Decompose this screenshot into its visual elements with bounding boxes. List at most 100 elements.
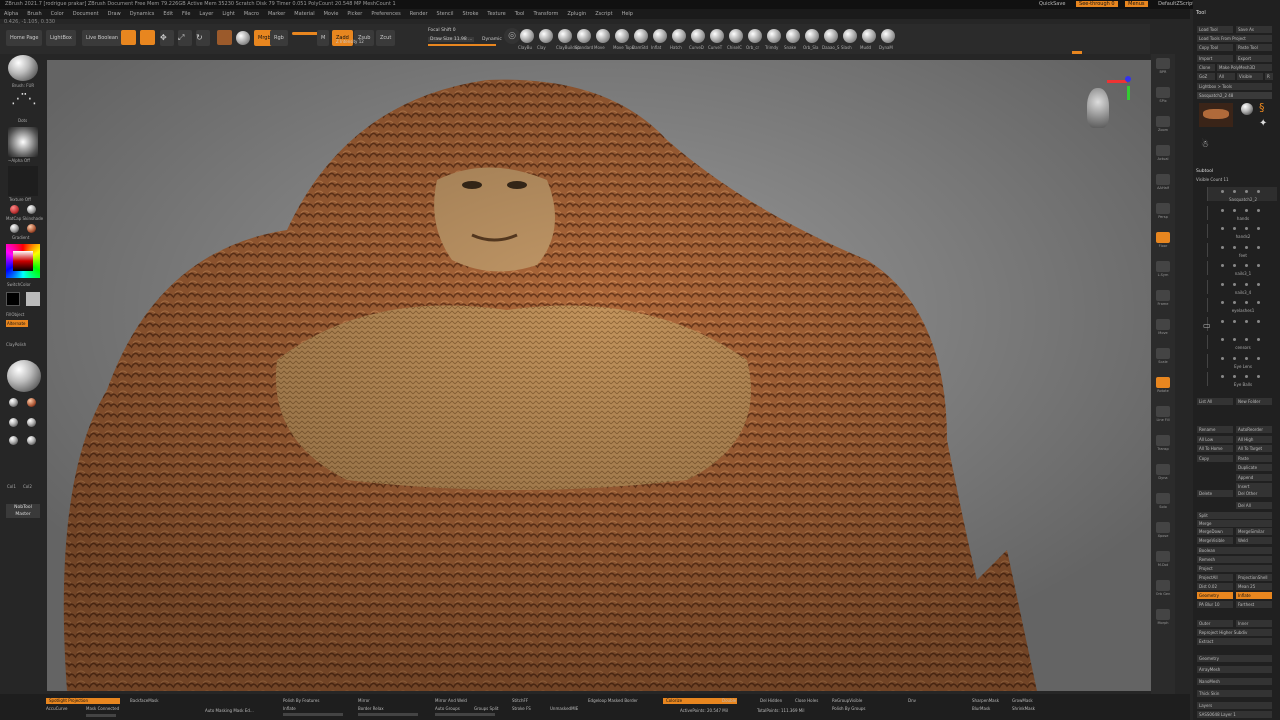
- seethrough-slider[interactable]: See-through 0: [1076, 1, 1118, 7]
- insert-button[interactable]: Insert: [1236, 483, 1272, 490]
- matcap-icon-1[interactable]: [10, 205, 19, 214]
- extract-button[interactable]: Extract: [1197, 638, 1272, 645]
- shelf-button-4[interactable]: [1156, 174, 1170, 185]
- visible-button[interactable]: Visible: [1237, 73, 1263, 80]
- bottom-auto-groups-button[interactable]: Auto Groups: [435, 706, 460, 712]
- subtool-toggle-icon[interactable]: [1245, 356, 1248, 360]
- subtool-toggle-icon[interactable]: [1221, 282, 1224, 286]
- shelf-button-19[interactable]: [1156, 609, 1170, 620]
- menu-item-22[interactable]: Zplugin: [567, 11, 586, 17]
- paste-sub-button[interactable]: Paste: [1236, 455, 1272, 462]
- brush-slot-1[interactable]: [539, 29, 553, 43]
- subtool-toggle-icon[interactable]: [1257, 356, 1260, 360]
- subtool-toggle-icon[interactable]: [1233, 375, 1236, 378]
- home-page-button[interactable]: Home Page: [6, 30, 43, 46]
- visible-count-slider[interactable]: Visible Count 11: [1196, 176, 1236, 183]
- menu-item-16[interactable]: Render: [410, 11, 428, 17]
- alpha-icon[interactable]: [8, 127, 38, 157]
- lightbox-tools-button[interactable]: Lightbox > Tools: [1197, 83, 1272, 90]
- list-all-button[interactable]: List All: [1197, 398, 1233, 405]
- mergesimilar-button[interactable]: MergeSimilar: [1236, 528, 1272, 535]
- color-picker[interactable]: [6, 244, 40, 278]
- brush-slot-7[interactable]: [653, 29, 667, 43]
- bottom-polish-groups-button[interactable]: Polish By Groups: [832, 706, 865, 712]
- boolean-button[interactable]: Boolean: [1197, 547, 1272, 554]
- menu-item-3[interactable]: Document: [73, 11, 99, 17]
- inner-button[interactable]: Inner: [1236, 620, 1272, 627]
- shelf-button-11[interactable]: [1156, 377, 1170, 388]
- subtool-toggle-icon[interactable]: [1221, 356, 1224, 360]
- brush-slot-2[interactable]: [558, 29, 572, 43]
- bottom-unmasked-button[interactable]: UnmaskedMIE: [550, 706, 578, 712]
- menu-item-14[interactable]: Picker: [347, 11, 362, 17]
- subtool-toggle-icon[interactable]: [1257, 301, 1260, 304]
- menu-item-18[interactable]: Stroke: [462, 11, 478, 17]
- bottom-active-points-button[interactable]: ActivePoints: 20.547 Mil: [680, 708, 728, 714]
- geometry2-button[interactable]: Geometry: [1197, 655, 1272, 662]
- del-all-button[interactable]: Del All: [1236, 502, 1272, 509]
- material-swatch[interactable]: [217, 30, 232, 45]
- brush-slot-18[interactable]: [862, 29, 876, 43]
- subtool-toggle-icon[interactable]: [1233, 245, 1236, 249]
- bottom-total-points-button[interactable]: TotalPoints: 111.369 Mil: [757, 708, 804, 714]
- subtool-toggle-icon[interactable]: [1245, 227, 1248, 230]
- brush-slot-4[interactable]: [596, 29, 610, 43]
- bottom-slider-2[interactable]: [358, 713, 418, 716]
- projectall-button[interactable]: ProjectAll: [1197, 574, 1233, 581]
- geometry-button[interactable]: Geometry: [1197, 592, 1233, 599]
- brush-slot-3[interactable]: [577, 29, 591, 43]
- arraymesh-button[interactable]: ArrayMesh: [1197, 666, 1272, 673]
- menu-item-24[interactable]: Help: [622, 11, 633, 17]
- folder-icon[interactable]: ▭: [1203, 321, 1211, 330]
- subtool-toggle-icon[interactable]: [1245, 301, 1248, 304]
- mat-slot-3[interactable]: [9, 418, 18, 427]
- current-brush-icon[interactable]: [8, 55, 38, 81]
- bottom-close-holes-button[interactable]: Close Holes: [795, 698, 818, 704]
- brush-slot-9[interactable]: [691, 29, 705, 43]
- menu-item-23[interactable]: Zscript: [595, 11, 612, 17]
- shelf-button-9[interactable]: [1156, 319, 1170, 330]
- subtool-toggle-icon[interactable]: [1233, 190, 1236, 193]
- remesh-button[interactable]: Remesh: [1197, 556, 1272, 563]
- bottom-spotlight-button[interactable]: Spotlight Projection: [46, 698, 120, 704]
- clone-button[interactable]: Clone: [1197, 64, 1215, 71]
- live-boolean-button[interactable]: Live Boolean: [82, 30, 123, 46]
- split-button[interactable]: Split: [1197, 512, 1272, 519]
- farthest-button[interactable]: Farthest: [1236, 601, 1272, 608]
- bottom-dnv-button[interactable]: Dnv: [908, 698, 916, 704]
- zcut-button[interactable]: Zcut: [376, 30, 396, 46]
- bottom-border-relax-button[interactable]: Border Relax: [358, 706, 384, 712]
- all-to-target-button[interactable]: All To Target: [1236, 445, 1272, 452]
- mean-button[interactable]: Mean 25: [1236, 583, 1272, 590]
- mat-slot-1[interactable]: [9, 398, 18, 407]
- material-preview-sphere[interactable]: [7, 360, 41, 392]
- tool-thumb-sasquatch[interactable]: [1199, 103, 1233, 127]
- menu-item-7[interactable]: File: [182, 11, 190, 17]
- bottom-edge-loop-button[interactable]: Edgeloop Masked Border: [588, 698, 638, 704]
- color-1-button[interactable]: Col1: [7, 484, 16, 489]
- subtool-toggle-icon[interactable]: [1233, 338, 1236, 341]
- autoreorder-button[interactable]: AutoReorder: [1236, 426, 1272, 433]
- subtool-toggle-icon[interactable]: [1221, 375, 1224, 378]
- shelf-button-13[interactable]: [1156, 435, 1170, 446]
- all-to-home-button[interactable]: All To Home: [1197, 445, 1233, 452]
- shelf-button-12[interactable]: [1156, 406, 1170, 417]
- rgb-button[interactable]: Rgb: [270, 30, 288, 46]
- menu-item-20[interactable]: Tool: [515, 11, 525, 17]
- menu-item-12[interactable]: Material: [294, 11, 314, 17]
- load-tool-button[interactable]: Load Tool: [1197, 26, 1233, 33]
- bottom-merge-fs-button[interactable]: Stroke FS: [512, 706, 531, 712]
- bottom-backface-button[interactable]: BackfaceMask: [130, 698, 159, 704]
- subtool-toggle-icon[interactable]: [1257, 264, 1260, 267]
- subtool-toggle-icon[interactable]: [1233, 208, 1236, 212]
- goz-button[interactable]: GoZ: [1197, 73, 1215, 80]
- subtool-row-7[interactable]: [1207, 316, 1277, 331]
- tool-thumb-star-icon[interactable]: ✦: [1259, 118, 1267, 129]
- matcap-icon-2[interactable]: [27, 205, 36, 214]
- subtool-toggle-icon[interactable]: [1221, 264, 1224, 267]
- shelf-button-8[interactable]: [1156, 290, 1170, 301]
- subtool-toggle-icon[interactable]: [1257, 190, 1260, 193]
- mergevisible-button[interactable]: MergeVisible: [1197, 537, 1233, 544]
- draw-size-slider[interactable]: Draw Size 11.98 ...: [428, 37, 475, 42]
- subtool-toggle-icon[interactable]: [1257, 282, 1260, 286]
